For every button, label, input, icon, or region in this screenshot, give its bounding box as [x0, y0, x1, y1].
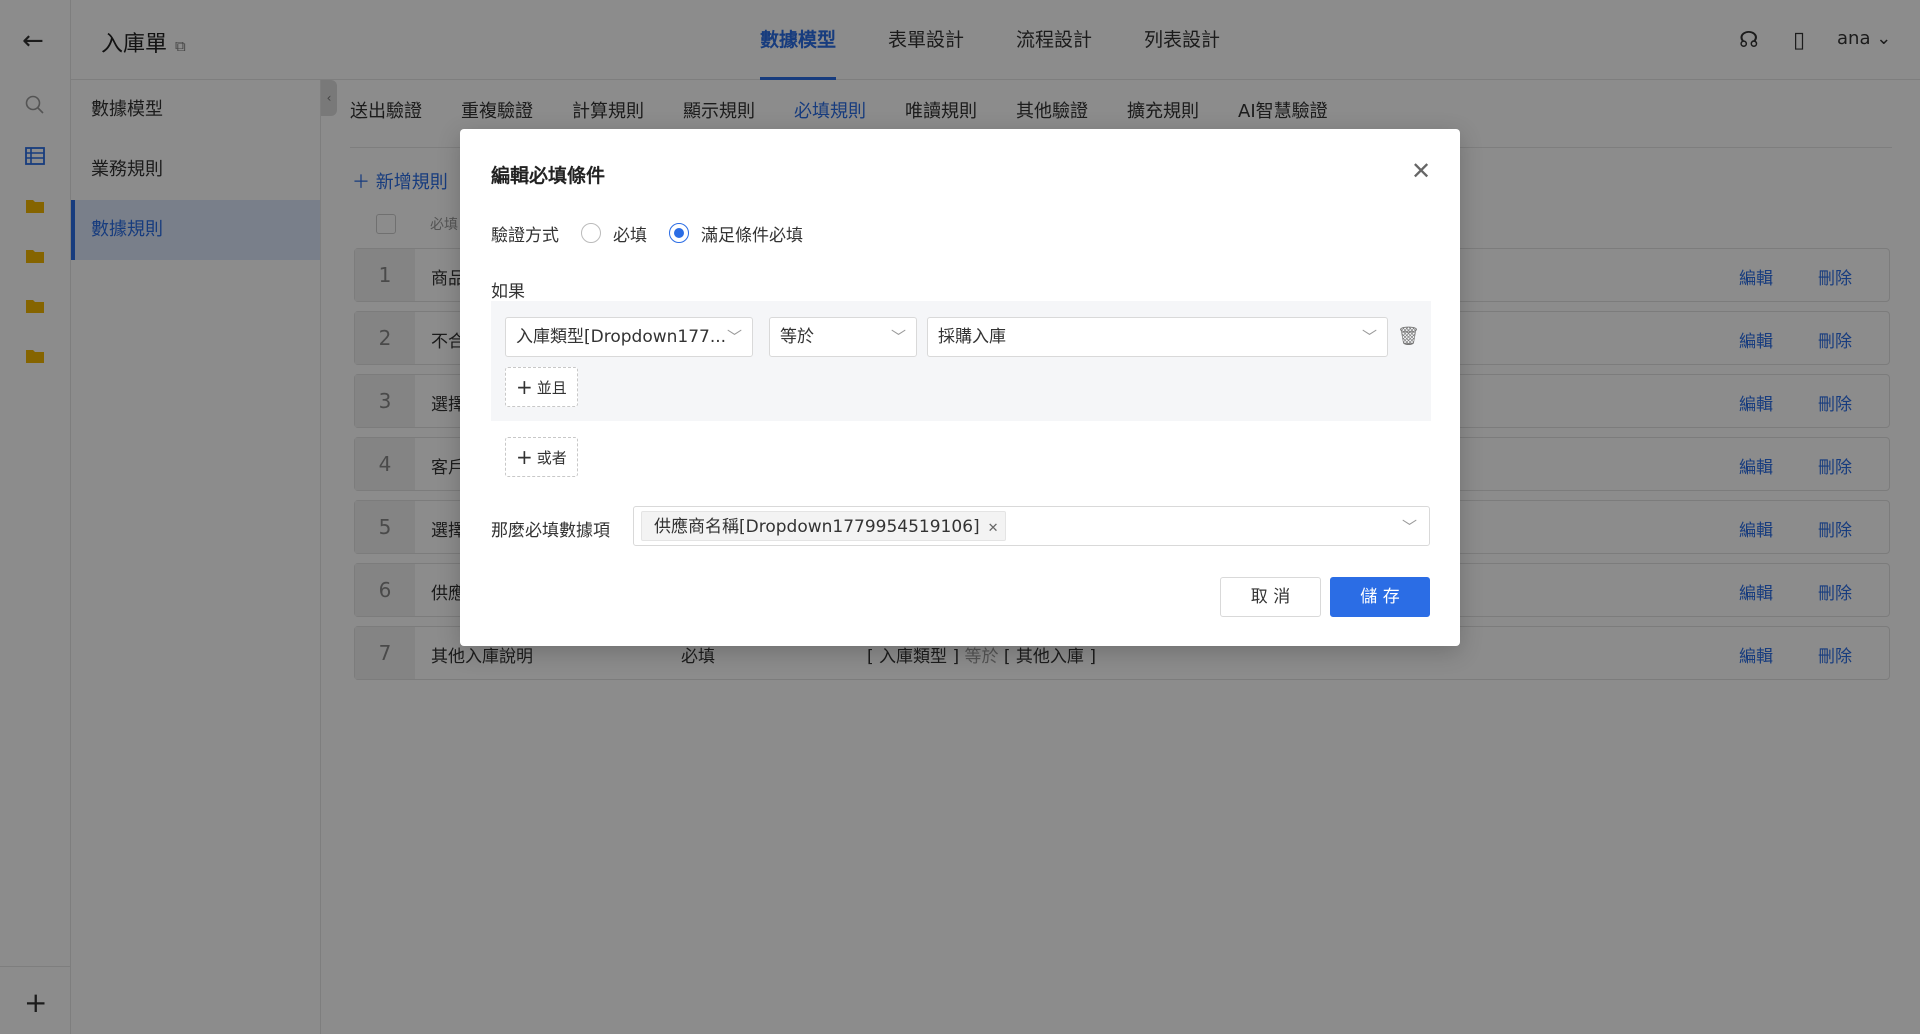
field-select-value: 入庫類型[Dropdown177...: [516, 327, 727, 347]
radio-required-label[interactable]: 必填: [613, 221, 647, 246]
chevron-down-icon: ﹀: [890, 328, 906, 346]
save-button[interactable]: 儲 存: [1330, 577, 1430, 617]
chevron-down-icon: ﹀: [1401, 518, 1417, 536]
add-and-condition-button[interactable]: + 並且: [505, 367, 578, 407]
operator-select[interactable]: 等於 ﹀: [769, 317, 917, 357]
cancel-button[interactable]: 取 消: [1220, 577, 1321, 617]
dialog-title: 編輯必填條件: [491, 165, 606, 187]
add-or-condition-button[interactable]: + 或者: [505, 437, 578, 477]
remove-tag-icon[interactable]: ✕: [988, 521, 999, 536]
verify-method-row: 驗證方式 必填 滿足條件必填: [491, 219, 803, 247]
verify-method-label: 驗證方式: [491, 225, 559, 246]
trash-icon[interactable]: 🗑: [1397, 326, 1420, 347]
or-button-label: 或者: [536, 449, 567, 467]
tag-label: 供應商名稱[Dropdown1779954519106]: [654, 517, 980, 537]
and-button-label: 並且: [536, 379, 567, 397]
operator-select-value: 等於: [780, 327, 814, 347]
edit-required-condition-dialog: 編輯必填條件 ✕ 驗證方式 必填 滿足條件必填 如果 入庫類型[Dropdown…: [460, 129, 1460, 646]
radio-required[interactable]: [581, 223, 601, 243]
if-label: 如果: [491, 282, 525, 302]
value-select-value: 採購入庫: [938, 327, 1006, 347]
chevron-down-icon: ﹀: [1361, 328, 1377, 346]
value-select[interactable]: 採購入庫 ﹀: [927, 317, 1388, 357]
field-select[interactable]: 入庫類型[Dropdown177... ﹀: [505, 317, 753, 357]
plus-icon: +: [516, 375, 533, 399]
plus-icon: +: [516, 445, 533, 469]
radio-conditional[interactable]: [669, 223, 689, 243]
chevron-down-icon: ﹀: [726, 328, 742, 346]
then-required-label: 那麼必填數據項: [491, 521, 610, 541]
close-icon[interactable]: ✕: [1411, 157, 1431, 185]
radio-conditional-label[interactable]: 滿足條件必填: [701, 221, 803, 246]
required-fields-select[interactable]: 供應商名稱[Dropdown1779954519106] ✕ ﹀: [633, 506, 1430, 546]
selected-field-tag: 供應商名稱[Dropdown1779954519106] ✕: [641, 511, 1006, 541]
